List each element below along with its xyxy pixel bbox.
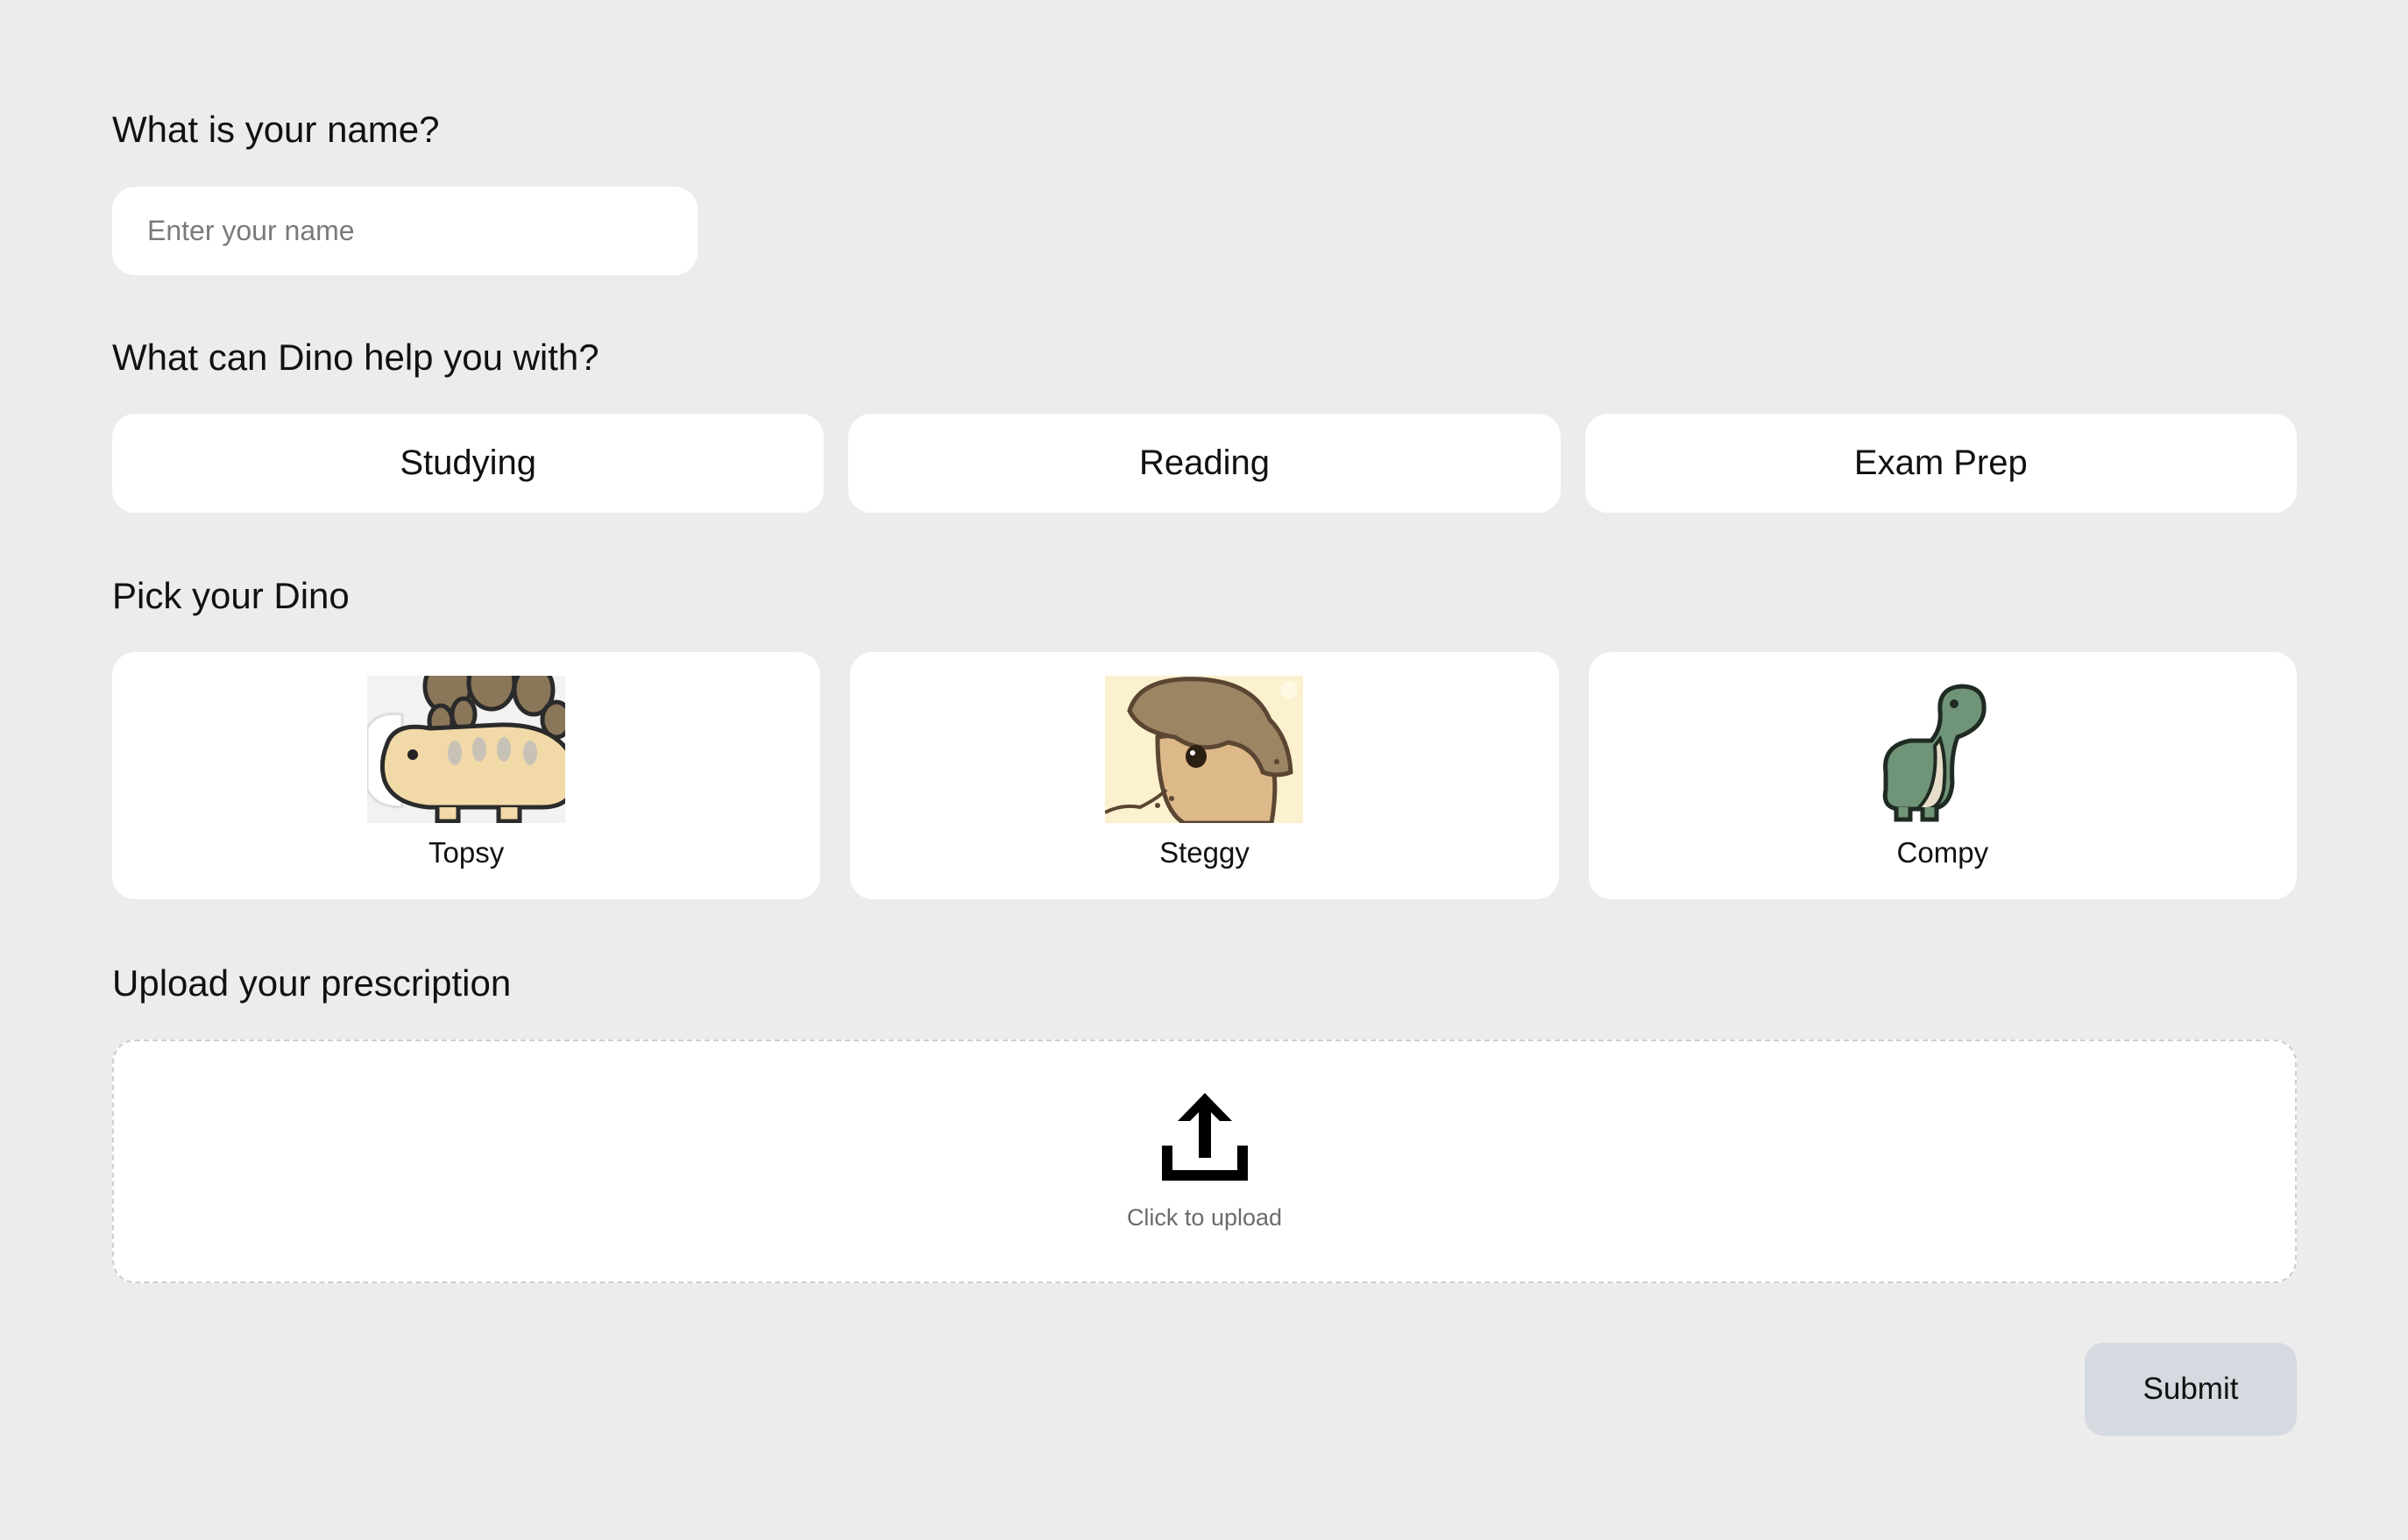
- compy-illustration: [1843, 676, 2042, 823]
- help-option-exam-prep[interactable]: Exam Prep: [1584, 414, 2297, 513]
- dino-card-compy[interactable]: Compy: [1588, 652, 2297, 899]
- dino-name-steggy: Steggy: [1159, 836, 1250, 869]
- upload-question: Upload your prescription: [112, 962, 512, 1004]
- help-options: Studying Reading Exam Prep: [112, 414, 2297, 513]
- help-question: What can Dino help you with?: [112, 337, 599, 378]
- upload-dropzone[interactable]: Click to upload: [112, 1040, 2297, 1283]
- upload-icon: [1158, 1089, 1251, 1184]
- steggy-illustration: [1105, 676, 1304, 823]
- dino-card-topsy[interactable]: Topsy: [112, 652, 821, 899]
- dino-name-topsy: Topsy: [428, 836, 505, 869]
- help-option-reading[interactable]: Reading: [848, 414, 1561, 513]
- dino-options: Topsy Steggy Compy: [112, 652, 2297, 899]
- dino-name-compy: Compy: [1896, 836, 1989, 869]
- dino-question: Pick your Dino: [112, 575, 350, 616]
- submit-button[interactable]: Submit: [2085, 1343, 2297, 1436]
- dino-card-steggy[interactable]: Steggy: [850, 652, 1559, 899]
- upload-hint: Click to upload: [1126, 1204, 1283, 1231]
- help-option-studying[interactable]: Studying: [112, 414, 825, 513]
- topsy-illustration: [367, 676, 566, 823]
- name-question: What is your name?: [112, 109, 440, 150]
- name-input[interactable]: [112, 187, 698, 275]
